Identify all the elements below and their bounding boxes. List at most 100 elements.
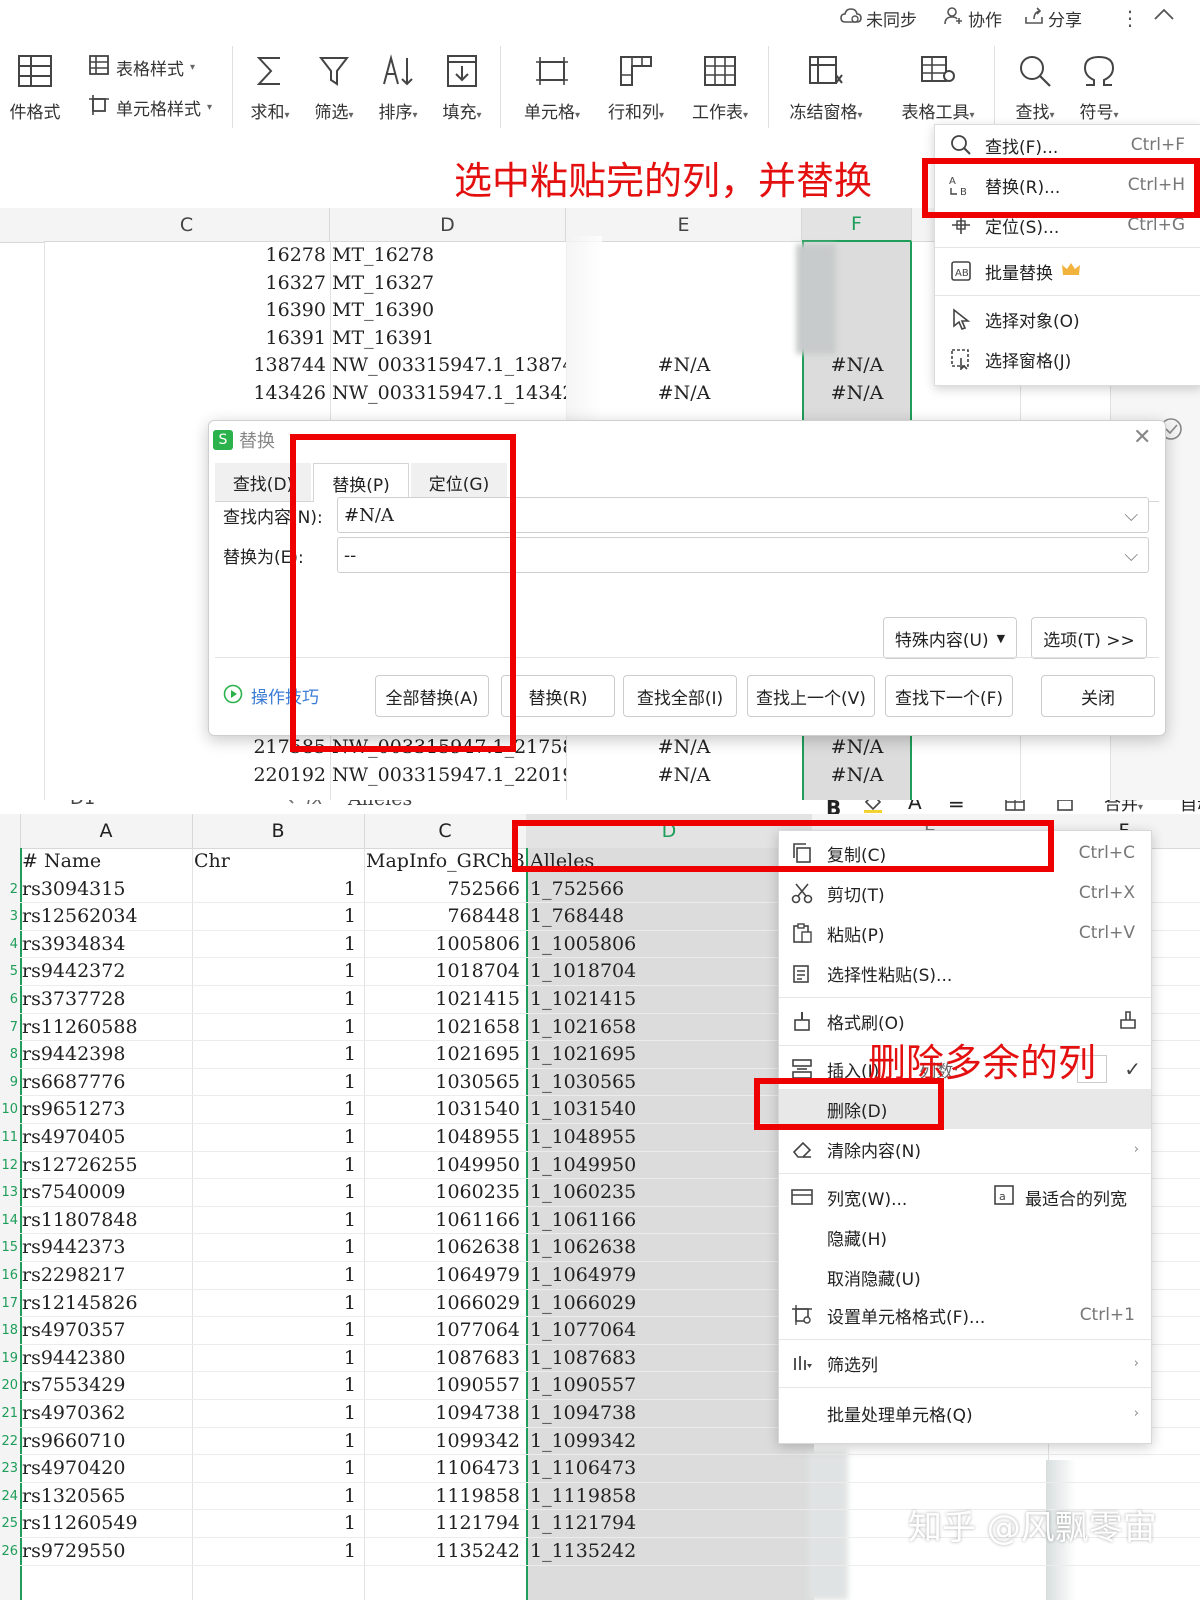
- cell-a[interactable]: rs7553429: [22, 1372, 192, 1400]
- cell-a[interactable]: rs3737728: [22, 986, 192, 1014]
- align-icon[interactable]: ≡: [948, 800, 965, 814]
- cell-a[interactable]: rs6687776: [22, 1069, 192, 1097]
- cell-d[interactable]: MT_16390: [332, 297, 566, 325]
- cell-a[interactable]: rs9442380: [22, 1345, 192, 1373]
- cell-b[interactable]: 1: [192, 1041, 360, 1069]
- row-number[interactable]: 26: [0, 1538, 18, 1566]
- cell-a[interactable]: rs3934834: [22, 931, 192, 959]
- row-number[interactable]: 10: [0, 1096, 18, 1124]
- cell-e[interactable]: #N/A: [566, 352, 802, 380]
- cell-e[interactable]: #N/A: [566, 380, 802, 408]
- cell-c[interactable]: 1121794: [364, 1510, 524, 1538]
- sync-status[interactable]: 未同步: [840, 6, 917, 31]
- row-number[interactable]: 24: [0, 1483, 18, 1511]
- cell-a[interactable]: rs1320565: [22, 1483, 192, 1511]
- cell-c[interactable]: 1005806: [364, 931, 524, 959]
- row-number[interactable]: 5: [0, 958, 18, 986]
- cell-b[interactable]: 1: [192, 1317, 360, 1345]
- cell-d[interactable]: 1_1064979: [530, 1262, 810, 1290]
- cell-e[interactable]: #N/A: [566, 734, 802, 762]
- ctx-clear[interactable]: 清除内容(N) ›: [779, 1129, 1151, 1169]
- special-content-button[interactable]: 特殊内容(U) ▼: [883, 617, 1017, 659]
- cell-a[interactable]: rs12726255: [22, 1152, 192, 1180]
- ctx-paste[interactable]: 粘贴(P) Ctrl+V: [779, 913, 1151, 953]
- ctx-cut[interactable]: 剪切(T) Ctrl+X: [779, 873, 1151, 913]
- cell-c[interactable]: 1066029: [364, 1290, 524, 1318]
- cell-c[interactable]: 1087683: [364, 1345, 524, 1373]
- cell-a[interactable]: # Name: [22, 848, 192, 876]
- cell-d[interactable]: MT_16278: [332, 242, 566, 270]
- cell-d[interactable]: 1_1018704: [530, 958, 810, 986]
- cell-d[interactable]: NW_003315947.1_143426: [332, 380, 566, 408]
- cell-c[interactable]: 16278: [44, 242, 330, 270]
- cell-d[interactable]: 1_1094738: [530, 1400, 810, 1428]
- row-number[interactable]: 2: [0, 876, 18, 904]
- column-header-f[interactable]: F: [802, 208, 912, 242]
- cell-a[interactable]: rs4970420: [22, 1455, 192, 1483]
- cell-d[interactable]: 1_1061166: [530, 1207, 810, 1235]
- find-next-button[interactable]: 查找下一个(F): [885, 675, 1013, 717]
- cell-b[interactable]: 1: [192, 1096, 360, 1124]
- menu-select-pane[interactable]: 选择窗格(J): [935, 339, 1200, 379]
- cell-b[interactable]: Chr: [194, 848, 364, 876]
- cell-c[interactable]: 1062638: [364, 1234, 524, 1262]
- freeze-panes-button[interactable]: 冻结窗格▾: [776, 44, 876, 140]
- merge-button[interactable]: 合并▾: [1104, 800, 1143, 815]
- cell-a[interactable]: rs12145826: [22, 1290, 192, 1318]
- cell-d[interactable]: 1_768448: [530, 903, 810, 931]
- cell-f[interactable]: [802, 297, 912, 325]
- cell-b[interactable]: 1: [192, 1510, 360, 1538]
- cell-c[interactable]: 138744: [44, 352, 330, 380]
- row-number[interactable]: 22: [0, 1428, 18, 1456]
- cell-d[interactable]: NW_003315947.1_138744: [332, 352, 566, 380]
- check-icon[interactable]: ✓: [1124, 1057, 1141, 1081]
- cell-a[interactable]: rs4970357: [22, 1317, 192, 1345]
- sum-button[interactable]: 求和▾: [242, 44, 298, 140]
- filter-button[interactable]: 筛选▾: [306, 44, 362, 140]
- row-number[interactable]: 17: [0, 1290, 18, 1318]
- cell-c[interactable]: 16390: [44, 297, 330, 325]
- cell-c[interactable]: 16391: [44, 325, 330, 353]
- cell-c[interactable]: 1030565: [364, 1069, 524, 1097]
- cell-c[interactable]: 1060235: [364, 1179, 524, 1207]
- ctx-hide[interactable]: 隐藏(H): [779, 1217, 1151, 1257]
- column-header-b[interactable]: B: [192, 814, 365, 848]
- row-number[interactable]: 13: [0, 1179, 18, 1207]
- cell-a[interactable]: rs12562034: [22, 903, 192, 931]
- cell-a[interactable]: rs9442372: [22, 958, 192, 986]
- cell-d[interactable]: 1_1049950: [530, 1152, 810, 1180]
- cell-d[interactable]: 1_1060235: [530, 1179, 810, 1207]
- collab-button[interactable]: 协作: [944, 6, 1002, 31]
- sort-button[interactable]: 排序▾: [370, 44, 426, 140]
- row-number[interactable]: 15: [0, 1234, 18, 1262]
- cell-b[interactable]: 1: [192, 1345, 360, 1373]
- row-number[interactable]: 3: [0, 903, 18, 931]
- ctx-batch-process[interactable]: 批量处理单元格(Q) ›: [779, 1393, 1151, 1433]
- cell-c[interactable]: 1021695: [364, 1041, 524, 1069]
- share-button[interactable]: 分享: [1024, 6, 1082, 31]
- fill-button[interactable]: 填充▾: [434, 44, 490, 140]
- cell-b[interactable]: 1: [192, 1124, 360, 1152]
- cell-f[interactable]: [802, 242, 912, 270]
- cell-a[interactable]: rs7540009: [22, 1179, 192, 1207]
- cell-b[interactable]: 1: [192, 1069, 360, 1097]
- cell-c[interactable]: 1094738: [364, 1400, 524, 1428]
- row-number[interactable]: 6: [0, 986, 18, 1014]
- row-number[interactable]: 14: [0, 1207, 18, 1235]
- column-header-d[interactable]: D: [330, 208, 566, 242]
- row-number[interactable]: 23: [0, 1455, 18, 1483]
- cell-c[interactable]: 16327: [44, 270, 330, 298]
- cell-a[interactable]: rs9442398: [22, 1041, 192, 1069]
- cell-c[interactable]: 1099342: [364, 1428, 524, 1456]
- cell-b[interactable]: 1: [192, 1372, 360, 1400]
- row-number[interactable]: 9: [0, 1069, 18, 1097]
- cell-d[interactable]: 1_1077064: [530, 1317, 810, 1345]
- ctx-col-width[interactable]: 列宽(W)... a 最适合的列宽: [779, 1177, 1151, 1217]
- cell-d[interactable]: 1_1090557: [530, 1372, 810, 1400]
- cell-c[interactable]: 1106473: [364, 1455, 524, 1483]
- collapse-ribbon-icon[interactable]: [1152, 6, 1176, 28]
- painter-alt-icon[interactable]: [1117, 1008, 1139, 1035]
- cell-f[interactable]: [802, 325, 912, 353]
- cell-f[interactable]: [802, 270, 912, 298]
- close-button[interactable]: 关闭: [1041, 675, 1155, 717]
